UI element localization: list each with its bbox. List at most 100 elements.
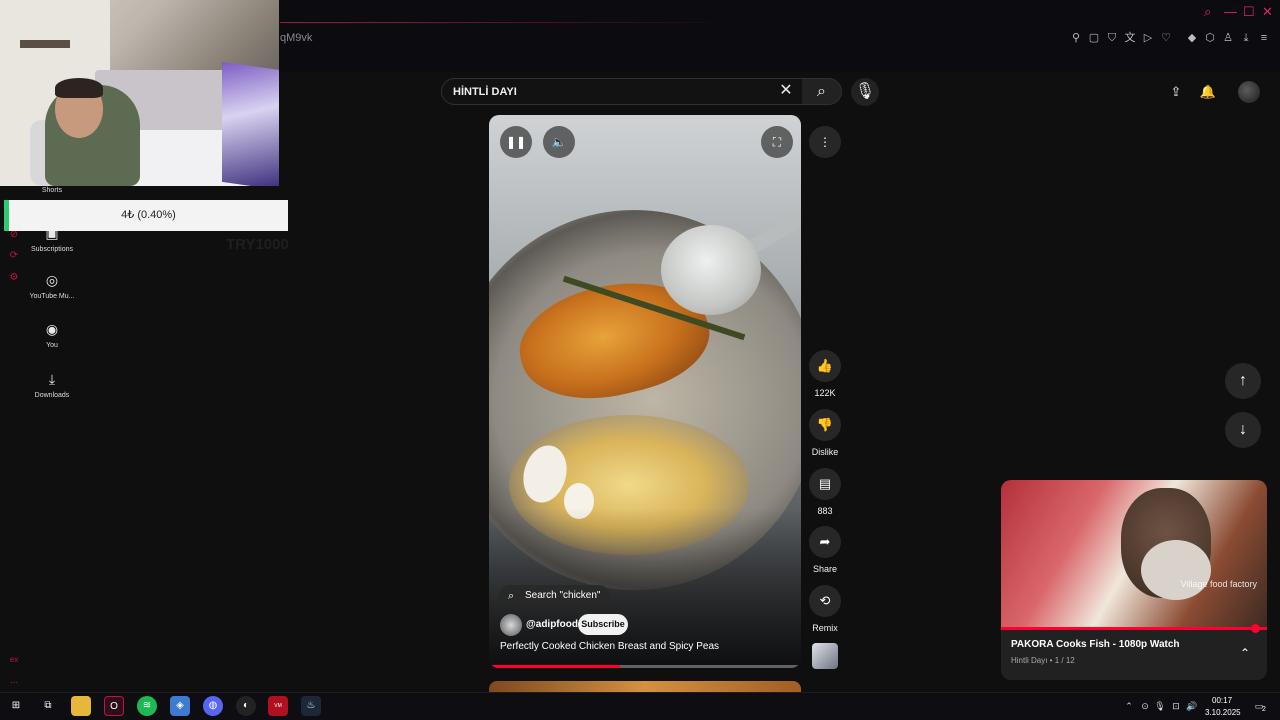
app-icon[interactable]: ◈ bbox=[170, 696, 190, 716]
sidebar-item-you[interactable]: ◉ You bbox=[12, 320, 92, 349]
sidebar-item-downloads[interactable]: ⤓ Downloads bbox=[12, 370, 92, 399]
dislike-label: Dislike bbox=[811, 447, 839, 457]
browser-search-icon[interactable]: ⌕ bbox=[1204, 4, 1211, 20]
volume-icon[interactable]: 🔊 bbox=[1186, 700, 1198, 712]
remix-label: Remix bbox=[812, 623, 838, 633]
steam-icon[interactable]: ♨ bbox=[301, 696, 321, 716]
arrow-up-icon: ↑ bbox=[1239, 372, 1247, 389]
video-title[interactable]: Perfectly Cooked Chicken Breast and Spic… bbox=[500, 641, 719, 652]
user-icon: ◉ bbox=[45, 321, 59, 337]
comment-icon: ▤ bbox=[809, 468, 841, 500]
previous-short-button[interactable]: ↑ bbox=[1225, 363, 1261, 399]
remix-button[interactable]: ⟲ Remix bbox=[808, 585, 842, 633]
translate-icon[interactable]: 文 bbox=[1123, 31, 1137, 45]
menu-icon[interactable]: ≡ bbox=[1257, 31, 1271, 45]
search-button[interactable]: ⌕ bbox=[802, 78, 842, 105]
comment-count: 883 bbox=[817, 506, 833, 516]
maximize-icon[interactable]: ☐ bbox=[1243, 4, 1255, 20]
mini-player-title[interactable]: PAKORA Cooks Fish - 1080p Watch bbox=[1011, 639, 1180, 650]
spotify-icon[interactable]: ≋ bbox=[137, 696, 157, 716]
windows-taskbar bbox=[0, 692, 1280, 720]
sidebar-item-label: Downloads bbox=[34, 392, 70, 399]
sound-thumbnail[interactable] bbox=[812, 643, 838, 669]
mini-player[interactable]: Village food factory PAKORA Cooks Fish -… bbox=[1001, 480, 1267, 680]
network-icon[interactable]: ⊡ bbox=[1170, 700, 1182, 712]
download-icon: ⤓ bbox=[48, 371, 56, 387]
video-watermark: Village food factory bbox=[1180, 579, 1257, 589]
taskbar-date[interactable]: 3.10.2025 bbox=[1205, 708, 1241, 717]
voicemeeter-icon[interactable]: VM bbox=[268, 696, 288, 716]
donation-goal-amount: TRY1000 bbox=[226, 236, 289, 253]
progress-scrubber[interactable] bbox=[1251, 624, 1260, 633]
share-button[interactable]: ➦ Share bbox=[808, 526, 842, 574]
search-icon: ⌕ bbox=[508, 590, 515, 602]
tray-app-icon[interactable]: ⊙ bbox=[1139, 700, 1151, 712]
voice-search-button[interactable]: 🎙 bbox=[851, 78, 879, 106]
notification-count: 2 bbox=[1262, 706, 1266, 713]
search-suggestion-chip[interactable]: ⌕ Search "chicken" bbox=[499, 585, 611, 607]
more-icon[interactable]: ... bbox=[7, 674, 21, 688]
close-icon[interactable]: ✕ bbox=[1262, 4, 1273, 20]
chip-label: Search "chicken" bbox=[525, 590, 601, 601]
upload-icon[interactable]: ⇪ bbox=[1166, 82, 1186, 102]
speaker-icon: 🔈 bbox=[551, 135, 567, 149]
sidebar-item-label: Subscriptions bbox=[30, 246, 74, 253]
channel-name[interactable]: @adipfood bbox=[526, 619, 578, 630]
chevron-up-icon[interactable]: ⌃ bbox=[1237, 646, 1253, 662]
like-count: 122K bbox=[814, 388, 836, 398]
fullscreen-button[interactable]: ⛶ bbox=[761, 126, 793, 158]
pause-button[interactable]: ❚❚ bbox=[500, 126, 532, 158]
thumbs-up-icon: 👍 bbox=[809, 350, 841, 382]
subscribe-button[interactable]: Subscribe bbox=[578, 614, 628, 635]
bookmark-icon[interactable]: ▢ bbox=[1087, 31, 1101, 45]
avatar[interactable] bbox=[1238, 81, 1260, 103]
sidebar-item-label: You bbox=[46, 342, 58, 349]
volume-button[interactable]: 🔈 bbox=[543, 126, 575, 158]
file-explorer-icon[interactable] bbox=[71, 696, 91, 716]
fullscreen-icon: ⛶ bbox=[772, 135, 782, 149]
play-icon[interactable]: ▷ bbox=[1141, 31, 1155, 45]
extension-icon[interactable]: ◆ bbox=[1185, 31, 1199, 45]
share-label: Share bbox=[812, 564, 838, 574]
shield-icon[interactable]: ⛉ bbox=[1105, 31, 1119, 45]
obs-icon[interactable]: ◐ bbox=[236, 696, 256, 716]
settings-icon[interactable]: ⚙ bbox=[7, 271, 21, 285]
opera-gx-icon[interactable]: O bbox=[104, 696, 124, 716]
bell-icon[interactable]: 🔔 bbox=[1198, 82, 1218, 102]
shorts-video-player[interactable]: ❚❚ 🔈 ⛶ ⌕ Search "chicken" @adipfood Subs… bbox=[489, 115, 801, 668]
task-view-icon[interactable]: ⧉ bbox=[38, 696, 58, 716]
heart-icon[interactable]: ♡ bbox=[1159, 31, 1173, 45]
channel-avatar[interactable] bbox=[500, 614, 522, 636]
download-icon[interactable]: ⤓ bbox=[1239, 31, 1253, 45]
dislike-button[interactable]: 👎 Dislike bbox=[808, 409, 842, 457]
microphone-icon: 🎙 bbox=[854, 83, 876, 100]
next-short-button[interactable]: ↓ bbox=[1225, 412, 1261, 448]
sidebar-item-youtube-music[interactable]: ◎ YouTube Mu... bbox=[12, 271, 92, 300]
more-options-button[interactable]: ⋮ bbox=[809, 126, 841, 158]
tray-chevron-icon[interactable]: ⌃ bbox=[1123, 700, 1135, 712]
comments-button[interactable]: ▤ 883 bbox=[808, 468, 842, 516]
youtube-music-icon: ◎ bbox=[45, 272, 59, 288]
close-icon[interactable]: ✕ bbox=[778, 83, 794, 99]
pin-icon[interactable]: ⚲ bbox=[1069, 31, 1083, 45]
browser-sidebar-icon[interactable]: ⟳ bbox=[7, 249, 21, 263]
microphone-icon[interactable]: 🎙 bbox=[1154, 700, 1166, 712]
search-input[interactable]: HİNTLİ DAYI ✕ bbox=[441, 78, 803, 105]
minimize-icon[interactable]: — bbox=[1224, 4, 1237, 19]
share-icon: ➦ bbox=[809, 526, 841, 558]
profile-icon[interactable]: ♙ bbox=[1221, 31, 1235, 45]
puzzle-icon[interactable]: ⬡ bbox=[1203, 31, 1217, 45]
mini-player-playlist: Hintli Dayı • 1 / 12 bbox=[1011, 656, 1075, 665]
search-icon: ⌕ bbox=[817, 83, 826, 100]
pause-icon: ❚❚ bbox=[505, 135, 527, 149]
thumbs-down-icon: 👎 bbox=[809, 409, 841, 441]
address-bar-text[interactable]: qM9vk bbox=[280, 32, 312, 44]
like-button[interactable]: 👍 122K bbox=[808, 350, 842, 398]
browser-sidebar-label[interactable]: ex bbox=[7, 653, 21, 667]
taskbar-time[interactable]: 00:17 bbox=[1212, 696, 1232, 705]
mini-player-progress[interactable] bbox=[1001, 627, 1267, 630]
video-progress-bar[interactable] bbox=[489, 665, 801, 668]
discord-icon[interactable]: ◍ bbox=[203, 696, 223, 716]
arrow-down-icon: ↓ bbox=[1239, 421, 1247, 438]
windows-start-icon[interactable]: ⊞ bbox=[6, 696, 26, 716]
